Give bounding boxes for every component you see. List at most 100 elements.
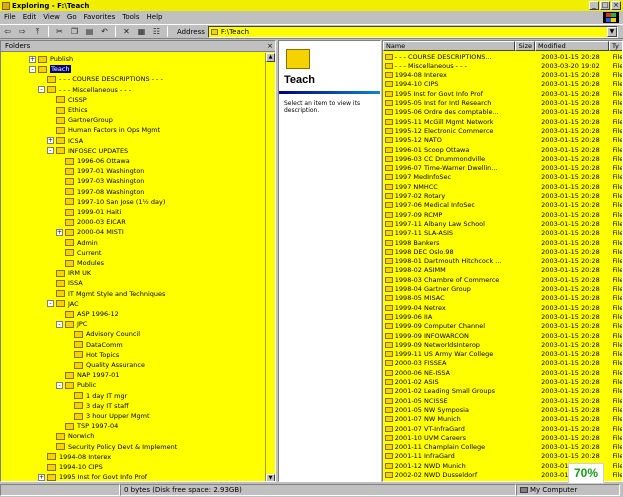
file-name[interactable]: - - - Miscellaneous - - - bbox=[395, 62, 532, 70]
tree-folder-item[interactable]: 1 day IT mgr bbox=[65, 391, 127, 401]
address-bar[interactable]: F:\Teach ▼ bbox=[207, 25, 618, 38]
file-name[interactable]: 2000-06 NE-ISSA bbox=[395, 369, 532, 377]
file-list-row[interactable]: 1995-06 Ordre des comptable... 2003-01-15… bbox=[383, 108, 622, 117]
file-list-row[interactable]: 2001-05 NW Symposia 2003-01-15 20:28 File bbox=[383, 405, 622, 414]
expand-icon[interactable]: + bbox=[38, 473, 45, 481]
tree-folder-item[interactable]: - JPC bbox=[56, 319, 87, 329]
file-name[interactable]: 1996-01 Scoop Ottawa bbox=[395, 146, 532, 154]
file-list-row[interactable]: 1997 MedInfoSec 2003-01-15 20:28 File bbox=[383, 173, 622, 182]
tree-folder-label[interactable]: 3 day IT staff bbox=[86, 402, 129, 410]
file-list-row[interactable]: 2001-11 InfraGard 2003-01-15 20:28 File bbox=[383, 452, 622, 461]
tree-folder-label[interactable]: Hot Topics bbox=[86, 351, 119, 359]
file-name[interactable]: 1997-06 Medical InfoSec bbox=[395, 201, 532, 209]
tree-folder-item[interactable]: 1997-10 San Jose (1½ day) bbox=[56, 197, 165, 207]
file-list-row[interactable]: 1996-07 Time-Warner Dwellin... 2003-01-15… bbox=[383, 164, 622, 173]
copy-icon[interactable]: ❐ bbox=[68, 26, 81, 38]
tree-folder-item[interactable]: 1994-10 CIPS bbox=[38, 462, 103, 472]
file-name[interactable]: 1997 NMHCC bbox=[395, 183, 532, 191]
file-name[interactable]: 1999-04 Netrex bbox=[395, 304, 532, 312]
tree-folder-label[interactable]: INFOSEC UPDATES bbox=[68, 147, 128, 155]
file-list-row[interactable]: 2001-11 Champlain College 2003-01-15 20:2… bbox=[383, 443, 622, 452]
file-list-row[interactable]: 2001-02 ASIS 2003-01-15 20:28 File bbox=[383, 378, 622, 387]
tree-folder-item[interactable]: Ethics bbox=[47, 105, 88, 115]
file-name[interactable]: 1994-08 Interex bbox=[395, 71, 532, 79]
tree-folder-label[interactable]: 1997-10 San Jose (1½ day) bbox=[77, 198, 165, 206]
tree-folder-item[interactable]: Norwich bbox=[47, 431, 94, 441]
file-list-row[interactable]: 1996-03 CC Drummondville 2003-01-15 20:28… bbox=[383, 154, 622, 163]
tree-folder-item[interactable]: Advisory Council bbox=[65, 329, 140, 339]
file-list-row[interactable]: 1995-11 McGill Mgmt Network 2003-01-15 20… bbox=[383, 117, 622, 126]
tree-folder-item[interactable]: 1997-03 Washington bbox=[56, 176, 144, 186]
tree-folder-item[interactable]: Admin bbox=[56, 238, 98, 248]
file-list-row[interactable]: - - - COURSE DESCRIPTIONS... 2003-01-15 2… bbox=[383, 52, 622, 61]
collapse-icon[interactable]: - bbox=[47, 300, 54, 308]
menu-go[interactable]: Go bbox=[67, 13, 77, 21]
tree-folder-item[interactable]: CISSP bbox=[47, 95, 87, 105]
file-name[interactable]: 1995-11 McGill Mgmt Network bbox=[395, 118, 532, 126]
tree-folder-item[interactable]: IRM UK bbox=[47, 268, 91, 278]
tree-folder-item[interactable]: - Public bbox=[56, 380, 96, 390]
file-list-row[interactable]: 2001-07 NW Munich 2003-01-15 20:28 File bbox=[383, 415, 622, 424]
column-modified[interactable]: Modified bbox=[535, 41, 609, 51]
tree-folder-label[interactable]: TSP 1997-04 bbox=[77, 422, 118, 430]
tree-folder-label[interactable]: Publish bbox=[50, 55, 73, 63]
tree-folder-label[interactable]: IRM UK bbox=[68, 269, 91, 277]
file-name[interactable]: 2000-03 FISSEA bbox=[395, 359, 532, 367]
file-list-row[interactable]: 1997-06 Medical InfoSec 2003-01-15 20:28 F… bbox=[383, 201, 622, 210]
file-name[interactable]: 1995-06 Ordre des comptable... bbox=[395, 108, 532, 116]
column-type[interactable]: Ty bbox=[609, 41, 622, 51]
file-name[interactable]: 2001-11 Champlain College bbox=[395, 443, 532, 451]
tree-folder-label[interactable]: 1 day IT mgr bbox=[86, 392, 127, 400]
file-list-row[interactable]: 1995-05 Inst for Intl Research 2003-01-15… bbox=[383, 99, 622, 108]
file-name[interactable]: 1996-03 CC Drummondville bbox=[395, 155, 532, 163]
close-button[interactable]: × bbox=[611, 1, 621, 10]
menu-edit[interactable]: Edit bbox=[23, 13, 37, 21]
cut-icon[interactable]: ✂ bbox=[53, 26, 66, 38]
minimize-button[interactable]: _ bbox=[589, 1, 599, 10]
file-name[interactable]: 1997-11 Albany Law School bbox=[395, 220, 532, 228]
tree-folder-label[interactable]: IT Mgmt Style and Techniques bbox=[68, 290, 165, 298]
explorer-app-icon[interactable] bbox=[2, 1, 10, 10]
file-list-row[interactable]: 2001-10 UVM Careers 2003-01-15 20:28 File bbox=[383, 433, 622, 442]
tree-folder-label[interactable]: 1997-03 Washington bbox=[77, 177, 144, 185]
file-list-row[interactable]: 1998-01 Dartmouth Hitchcock ... 2003-01-1… bbox=[383, 257, 622, 266]
tree-folder-item[interactable]: +1995 Inst for Govt Info Prof bbox=[38, 472, 147, 481]
file-list-row[interactable]: 2001-05 NCISSE 2003-01-15 20:28 File bbox=[383, 396, 622, 405]
properties-icon[interactable]: ▦ bbox=[135, 26, 148, 38]
file-list-row[interactable]: 1998-04 Gartner Group 2003-01-15 20:28 Fil… bbox=[383, 285, 622, 294]
file-name[interactable]: 1998-03 Chambre of Commerce bbox=[395, 276, 532, 284]
file-name[interactable]: 1997-11 SLA-ASIS bbox=[395, 229, 532, 237]
tree-folder-label[interactable]: Advisory Council bbox=[86, 330, 140, 338]
file-list-row[interactable]: 1995-12 Electronic Commerce 2003-01-15 20… bbox=[383, 126, 622, 135]
tree-folder-item[interactable]: - JAC bbox=[47, 299, 79, 309]
file-list-row[interactable]: 1994-10 CIPS 2003-01-15 20:28 File bbox=[383, 80, 622, 89]
collapse-icon[interactable]: - bbox=[56, 320, 63, 328]
file-name[interactable]: 2001-02 Leading Small Groups bbox=[395, 387, 532, 395]
file-name[interactable]: 2001-07 VT-InfraGard bbox=[395, 425, 532, 433]
tree-folder-item[interactable]: - - - - Miscellaneous - - - bbox=[38, 85, 131, 95]
file-name[interactable]: 1997-09 RCMP bbox=[395, 211, 532, 219]
file-name[interactable]: - - - COURSE DESCRIPTIONS... bbox=[395, 53, 532, 61]
collapse-icon[interactable]: - bbox=[38, 86, 45, 94]
tree-folder-label[interactable]: Teach bbox=[50, 65, 71, 74]
file-name[interactable]: 1998 DEC Oslo.98 bbox=[395, 248, 532, 256]
tree-folder-item[interactable]: Current bbox=[56, 248, 101, 258]
file-name[interactable]: 2001-05 NW Symposia bbox=[395, 406, 532, 414]
tree-folder-label[interactable]: Human Factors in Ops Mgmt bbox=[68, 126, 160, 134]
tree-folder-label[interactable]: Current bbox=[77, 249, 101, 257]
file-name[interactable]: 1998-04 Gartner Group bbox=[395, 285, 532, 293]
file-name[interactable]: 1998 Bankers bbox=[395, 239, 532, 247]
tree-folder-label[interactable]: 1994-08 Interex bbox=[59, 453, 111, 461]
file-name[interactable]: 1995-05 Inst for Intl Research bbox=[395, 99, 532, 107]
file-list-row[interactable]: 1997-11 Albany Law School 2003-01-15 20:2… bbox=[383, 219, 622, 228]
file-name[interactable]: 1998-01 Dartmouth Hitchcock ... bbox=[395, 257, 532, 265]
file-name[interactable]: 1995-12 Electronic Commerce bbox=[395, 127, 532, 135]
tree-folder-label[interactable]: 2000-04 MISTI bbox=[77, 228, 124, 236]
file-name[interactable]: 2002-02 NWD Dusseldorf bbox=[395, 471, 532, 479]
file-name[interactable]: 2001-12 NWD Munich bbox=[395, 462, 532, 470]
views-icon[interactable]: ☷ bbox=[150, 26, 163, 38]
file-list-row[interactable]: 2000-03 FISSEA 2003-01-15 20:28 File bbox=[383, 359, 622, 368]
tree-folder-item[interactable]: +2000-04 MISTI bbox=[56, 227, 124, 237]
tree-folder-item[interactable]: Hot Topics bbox=[65, 350, 119, 360]
tree-folder-item[interactable]: 2000-03 EICAR bbox=[56, 217, 126, 227]
